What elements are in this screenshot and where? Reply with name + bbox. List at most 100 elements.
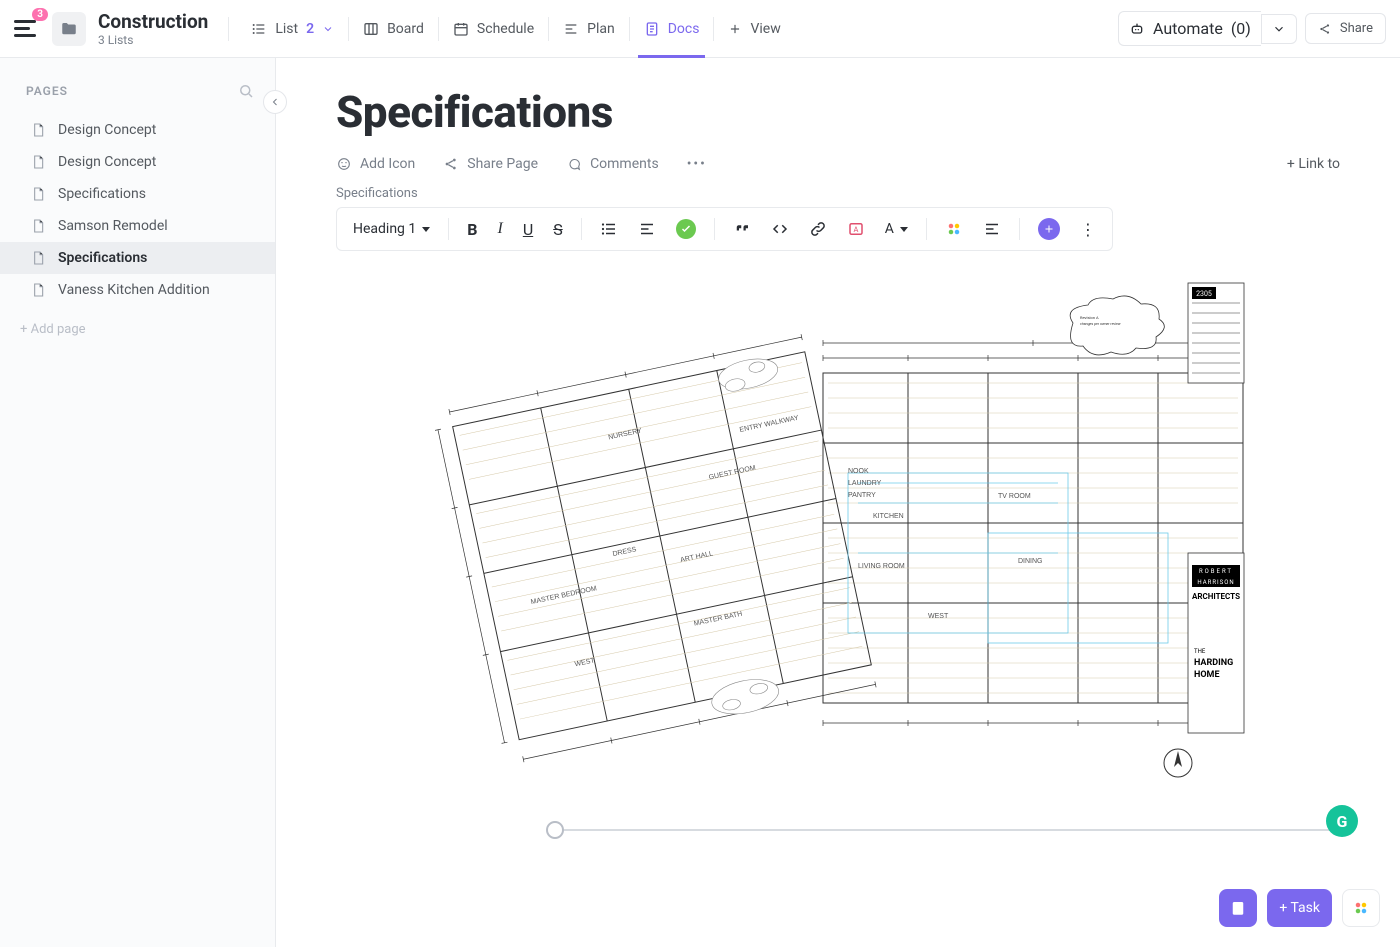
underline-button[interactable]: U [517, 216, 539, 243]
tab-plan[interactable]: Plan [549, 0, 629, 57]
svg-text:WEST: WEST [928, 613, 949, 620]
more-actions-button[interactable]: ••• [687, 156, 707, 172]
slider-handle[interactable] [546, 821, 564, 839]
doc-content: Specifications Add Icon Share Page Comme… [276, 58, 1400, 947]
page-label: Vaness Kitchen Addition [58, 282, 210, 298]
svg-text:HARDING: HARDING [1194, 658, 1233, 668]
svg-text:MASTER BEDROOM: MASTER BEDROOM [530, 585, 597, 606]
svg-text:TV ROOM: TV ROOM [998, 493, 1031, 500]
editor-toolbar: Heading 1 B I U S A ⋮ [336, 207, 1113, 251]
checklist-button[interactable] [670, 215, 702, 243]
italic-button[interactable]: I [491, 216, 508, 242]
comment-icon [566, 156, 582, 172]
notepad-fab[interactable] [1219, 889, 1257, 927]
svg-text:WEST: WEST [574, 657, 596, 668]
workspace-title[interactable]: Construction [98, 10, 208, 33]
doc-title[interactable]: Specifications [336, 86, 1340, 138]
svg-text:HARRISON: HARRISON [1197, 579, 1234, 586]
search-icon[interactable] [237, 82, 255, 100]
top-bar: 3 Construction 3 Lists List 2 Board Sche… [0, 0, 1400, 58]
page-label: Design Concept [58, 154, 156, 170]
svg-text:changes per owner review: changes per owner review [1080, 322, 1121, 326]
sidebar-page-item[interactable]: Samson Remodel [0, 210, 275, 242]
quote-button[interactable] [727, 216, 757, 242]
sidebar-page-item[interactable]: Specifications [0, 242, 275, 274]
svg-text:ENTRY WALKWAY: ENTRY WALKWAY [739, 415, 800, 434]
sidebar-page-item[interactable]: Specifications [0, 178, 275, 210]
menu-button[interactable]: 3 [14, 14, 44, 44]
calendar-icon [453, 21, 469, 37]
page-icon [30, 250, 46, 266]
tab-add-view[interactable]: View [714, 0, 794, 57]
svg-text:GUEST ROOM: GUEST ROOM [708, 465, 756, 482]
sidebar-page-item[interactable]: Design Concept [0, 146, 275, 178]
folder-icon[interactable] [52, 12, 86, 46]
svg-text:MASTER BATH: MASTER BATH [693, 611, 743, 628]
image-zoom-slider[interactable] [336, 821, 1340, 839]
font-dropdown[interactable]: A [879, 217, 914, 241]
add-page-button[interactable]: + Add page [0, 310, 275, 349]
tab-docs[interactable]: Docs [630, 0, 714, 57]
numbered-list-button[interactable] [632, 216, 662, 242]
svg-text:2305: 2305 [1196, 290, 1212, 298]
sidebar: PAGES Design Concept Design Concept Specif… [0, 58, 276, 947]
chevron-down-icon [322, 23, 334, 35]
svg-text:ARCHITECTS: ARCHITECTS [1192, 592, 1240, 601]
page-label: Samson Remodel [58, 218, 168, 234]
grammarly-badge[interactable]: G [1326, 805, 1358, 837]
page-icon [30, 154, 46, 170]
check-icon [676, 219, 696, 239]
automate-dropdown[interactable] [1261, 14, 1297, 44]
sidebar-page-item[interactable]: Design Concept [0, 114, 275, 146]
link-to-button[interactable]: + Link to [1287, 156, 1340, 172]
robot-icon [1129, 21, 1145, 37]
strikethrough-button[interactable]: S [547, 216, 569, 243]
page-icon [30, 122, 46, 138]
svg-text:DINING: DINING [1018, 558, 1043, 565]
svg-text:Revision A: Revision A [1080, 315, 1099, 320]
plan-icon [563, 21, 579, 37]
tab-schedule[interactable]: Schedule [439, 0, 548, 57]
share-button[interactable]: Share [1305, 13, 1386, 44]
svg-text:PANTRY: PANTRY [848, 492, 876, 499]
pages-heading: PAGES [26, 84, 68, 98]
new-task-fab[interactable]: + Task [1267, 889, 1332, 927]
link-button[interactable] [803, 216, 833, 242]
tab-list[interactable]: List 2 [237, 0, 348, 57]
plus-circle-icon [1038, 218, 1060, 240]
insert-button[interactable] [1032, 214, 1066, 244]
text-color-button[interactable] [841, 216, 871, 242]
bold-button[interactable]: B [461, 216, 483, 243]
code-button[interactable] [765, 216, 795, 242]
floorplan-image[interactable]: NURSERY ENTRY WALKWAY GUEST ROOM ART HAL… [336, 273, 1340, 813]
page-icon [30, 282, 46, 298]
page-label: Design Concept [58, 122, 156, 138]
share-nodes-icon [443, 156, 459, 172]
menu-badge: 3 [32, 8, 48, 21]
page-icon [30, 218, 46, 234]
comments-button[interactable]: Comments [566, 156, 659, 172]
tab-board[interactable]: Board [349, 0, 438, 57]
svg-text:HOME: HOME [1194, 670, 1220, 680]
collapse-sidebar-button[interactable] [263, 90, 287, 114]
share-icon [1318, 22, 1332, 36]
page-label: Specifications [58, 250, 147, 266]
svg-text:DRESS: DRESS [612, 546, 637, 558]
board-icon [363, 21, 379, 37]
smile-icon [336, 156, 352, 172]
page-label: Specifications [58, 186, 146, 202]
sidebar-page-item[interactable]: Vaness Kitchen Addition [0, 274, 275, 306]
title-block: Construction 3 Lists [98, 10, 208, 47]
plus-icon [728, 22, 742, 36]
share-page-button[interactable]: Share Page [443, 156, 538, 172]
toolbar-more-button[interactable]: ⋮ [1074, 216, 1102, 243]
heading-dropdown[interactable]: Heading 1 [347, 217, 436, 241]
bullet-list-button[interactable] [594, 216, 624, 242]
align-button[interactable] [977, 216, 1007, 242]
breadcrumb[interactable]: Specifications [336, 186, 1340, 201]
apps-fab[interactable] [1342, 889, 1380, 927]
page-icon [30, 186, 46, 202]
add-icon-button[interactable]: Add Icon [336, 156, 415, 172]
automate-button[interactable]: Automate (0) [1118, 11, 1297, 46]
highlight-colors-button[interactable] [939, 216, 969, 242]
